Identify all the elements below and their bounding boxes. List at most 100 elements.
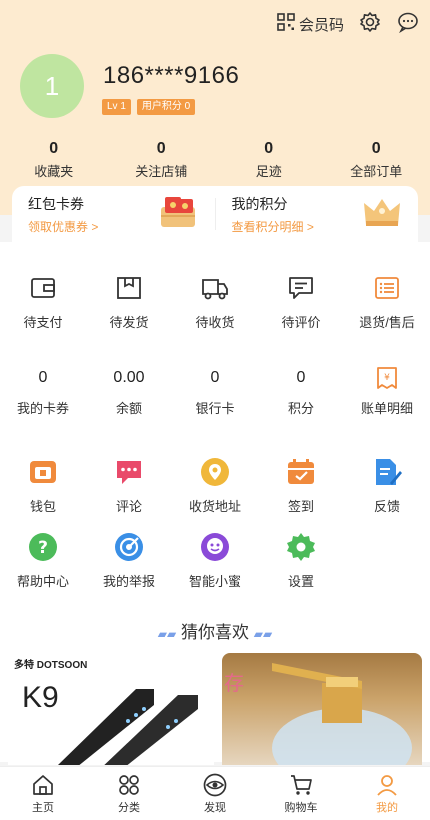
order-label: 待支付 xyxy=(23,315,63,330)
svg-text:?: ? xyxy=(38,538,48,558)
asset-bill-details[interactable]: ¥ 账单明细 xyxy=(344,366,430,417)
services-row-1: 钱包 评论 收货地址 签到 反馈 xyxy=(0,456,430,515)
asset-balance[interactable]: 0.00 余额 xyxy=(86,366,172,417)
settings-button[interactable] xyxy=(358,11,382,36)
service-label: 智能小蜜 xyxy=(188,574,241,589)
asset-value: 0 xyxy=(296,369,306,386)
stat-label: 全部订单 xyxy=(350,164,403,179)
tab-discover[interactable]: 发现 xyxy=(172,767,258,820)
tab-label: 发现 xyxy=(204,801,226,814)
coupon-section[interactable]: 红包卡券 领取优惠券 > xyxy=(12,194,215,235)
coupon-points-card: 红包卡券 领取优惠券 > 我的积分 查看积分明细 > xyxy=(12,186,418,242)
tab-cart[interactable]: 购物车 xyxy=(258,767,344,820)
service-wallet[interactable]: 钱包 xyxy=(0,456,86,515)
user-icon xyxy=(375,773,399,797)
stat-footprints[interactable]: 0 足迹 xyxy=(215,140,323,180)
avatar[interactable]: 1 xyxy=(20,54,84,118)
service-label: 反馈 xyxy=(373,499,400,514)
qr-code-icon xyxy=(277,13,295,35)
red-packet-icon xyxy=(159,195,199,234)
asset-label: 账单明细 xyxy=(360,401,413,416)
tab-label: 购物车 xyxy=(284,801,318,814)
stat-number: 0 xyxy=(371,140,381,157)
service-label: 评论 xyxy=(115,499,142,514)
order-after-sales[interactable]: 退货/售后 xyxy=(344,272,430,331)
points-section[interactable]: 我的积分 查看积分明细 > xyxy=(216,194,419,235)
service-help-center[interactable]: ? 帮助中心 xyxy=(0,531,86,590)
service-feedback[interactable]: 反馈 xyxy=(344,456,430,515)
product-model: K9 xyxy=(22,681,59,714)
message-button[interactable] xyxy=(396,12,420,36)
order-pending-review[interactable]: 待评价 xyxy=(258,272,344,331)
order-label: 待收货 xyxy=(195,315,235,330)
service-smart-assistant[interactable]: 智能小蜜 xyxy=(172,531,258,590)
order-label: 待发货 xyxy=(109,315,149,330)
comment-colored-icon xyxy=(113,456,145,488)
report-icon xyxy=(113,531,145,563)
points-badge: 用户积分 0 xyxy=(136,99,196,115)
crown-icon xyxy=(362,195,402,234)
tab-category[interactable]: 分类 xyxy=(86,767,172,820)
tab-home[interactable]: 主页 xyxy=(0,767,86,820)
product-card-water[interactable]: 存 xyxy=(222,653,422,765)
service-label: 我的举报 xyxy=(102,574,155,589)
robot-icon xyxy=(199,531,231,563)
asset-label: 余额 xyxy=(115,401,142,416)
top-actions: 会员码 xyxy=(277,11,420,36)
chat-bubble-icon xyxy=(397,11,419,38)
truck-icon xyxy=(199,272,231,304)
service-my-reports[interactable]: 我的举报 xyxy=(86,531,172,590)
bill-icon: ¥ xyxy=(376,366,398,390)
service-address[interactable]: 收货地址 xyxy=(172,456,258,515)
asset-value: 0.00 xyxy=(113,369,145,386)
stat-favorites[interactable]: 0 收藏夹 xyxy=(0,140,108,180)
stat-number: 0 xyxy=(49,140,59,157)
gear-icon xyxy=(285,531,317,563)
box-icon xyxy=(113,272,145,304)
vip-code-label: 会员码 xyxy=(298,16,344,34)
order-label: 退货/售后 xyxy=(359,315,415,330)
asset-points[interactable]: 0 积分 xyxy=(258,366,344,417)
product-brand: 多特 DOTSOON xyxy=(14,660,88,671)
assets-row: 0 我的卡券 0.00 余额 0 银行卡 0 积分 ¥ 账单明细 xyxy=(0,366,430,417)
stat-label: 关注店铺 xyxy=(135,164,188,179)
stats-row: 0 收藏夹 0 关注店铺 0 足迹 0 全部订单 xyxy=(0,140,430,180)
user-badges: Lv 1 用户积分 0 xyxy=(102,99,196,115)
level-badge: Lv 1 xyxy=(102,99,131,115)
order-pending-receipt[interactable]: 待收货 xyxy=(172,272,258,331)
wallet-icon xyxy=(27,272,59,304)
service-comment[interactable]: 评论 xyxy=(86,456,172,515)
asset-bank-card[interactable]: 0 银行卡 xyxy=(172,366,258,417)
vip-code-button[interactable]: 会员码 xyxy=(277,13,344,35)
decoration-icon: ▰▰ xyxy=(157,627,177,641)
service-checkin[interactable]: 签到 xyxy=(258,456,344,515)
stat-label: 足迹 xyxy=(255,164,282,179)
cart-icon xyxy=(289,773,313,797)
category-icon xyxy=(117,773,141,797)
points-link[interactable]: 查看积分明细 > xyxy=(232,218,314,235)
stat-all-orders[interactable]: 0 全部订单 xyxy=(323,140,430,180)
bottom-tabbar: 主页 分类 发现 购物车 我的 xyxy=(0,766,430,820)
product-card-lock[interactable]: 多特 DOTSOON K9 xyxy=(8,653,214,765)
user-phone: 186****9166 xyxy=(103,62,240,89)
svg-text:¥: ¥ xyxy=(384,373,390,383)
order-pending-payment[interactable]: 待支付 xyxy=(0,272,86,331)
guess-you-like-heading: ▰▰ 猜你喜欢 ▰▰ xyxy=(0,618,430,643)
eye-icon xyxy=(203,773,227,797)
services-row-2: ? 帮助中心 我的举报 智能小蜜 设置 xyxy=(0,531,430,590)
service-label: 签到 xyxy=(287,499,314,514)
service-label: 收货地址 xyxy=(188,499,241,514)
door-lock-image xyxy=(58,689,198,765)
asset-my-coupons[interactable]: 0 我的卡券 xyxy=(0,366,86,417)
service-label: 设置 xyxy=(287,574,314,589)
service-label: 钱包 xyxy=(29,499,56,514)
comment-icon xyxy=(285,272,317,304)
asset-value: 0 xyxy=(38,369,48,386)
home-icon xyxy=(31,773,55,797)
tab-mine[interactable]: 我的 xyxy=(344,767,430,820)
stat-followed-stores[interactable]: 0 关注店铺 xyxy=(108,140,216,180)
coupon-link[interactable]: 领取优惠券 > xyxy=(28,218,98,235)
order-pending-shipment[interactable]: 待发货 xyxy=(86,272,172,331)
service-settings[interactable]: 设置 xyxy=(258,531,344,590)
asset-label: 我的卡券 xyxy=(16,401,69,416)
